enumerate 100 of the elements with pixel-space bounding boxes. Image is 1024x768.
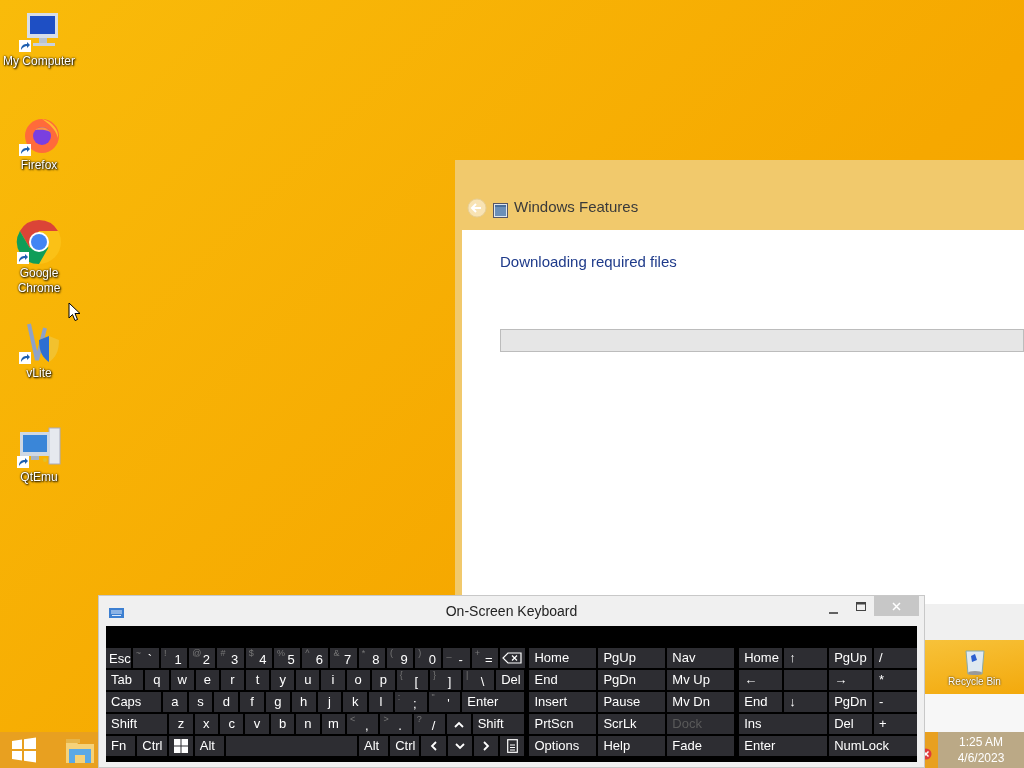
key[interactable]: o: [346, 670, 370, 690]
key[interactable]: End: [529, 670, 597, 690]
key[interactable]: { [: [396, 670, 428, 690]
key[interactable]: m: [321, 714, 345, 734]
key[interactable]: Mv Up: [667, 670, 735, 690]
key[interactable]: /: [874, 648, 917, 668]
key[interactable]: r: [220, 670, 244, 690]
key[interactable]: z: [169, 714, 193, 734]
key[interactable]: k: [343, 692, 368, 712]
key[interactable]: ~ `: [132, 648, 159, 668]
key[interactable]: [473, 736, 499, 756]
key[interactable]: ScrLk: [598, 714, 666, 734]
key[interactable]: e: [195, 670, 219, 690]
key[interactable]: Pause: [598, 692, 666, 712]
key[interactable]: [500, 736, 525, 756]
key[interactable]: Caps: [106, 692, 161, 712]
key[interactable]: Esc: [106, 648, 131, 668]
key[interactable]: v: [245, 714, 269, 734]
key[interactable]: Shift: [472, 714, 525, 734]
key[interactable]: [447, 736, 472, 756]
key[interactable]: & 7: [330, 648, 357, 668]
key[interactable]: Shift: [106, 714, 168, 734]
v-shield-shortcut-icon[interactable]: [17, 322, 61, 366]
key[interactable]: s: [188, 692, 213, 712]
key[interactable]: _ -: [443, 648, 470, 668]
key[interactable]: Fn: [106, 736, 136, 756]
key[interactable]: [421, 736, 446, 756]
key[interactable]: " ': [428, 692, 461, 712]
key[interactable]: l: [369, 692, 393, 712]
computer-shortcut-icon[interactable]: [17, 10, 61, 54]
computer-tower-shortcut-icon[interactable]: [15, 426, 63, 470]
key[interactable]: Insert: [529, 692, 597, 712]
key[interactable]: q: [145, 670, 169, 690]
key[interactable]: *: [874, 670, 917, 690]
key[interactable]: +: [874, 714, 917, 734]
key[interactable]: : ;: [394, 692, 427, 712]
key[interactable]: | \: [463, 670, 495, 690]
key[interactable]: ↑: [784, 648, 828, 668]
key[interactable]: c: [220, 714, 244, 734]
start-button[interactable]: [10, 736, 38, 764]
key[interactable]: n: [296, 714, 320, 734]
key[interactable]: x: [194, 714, 218, 734]
key[interactable]: Ins: [739, 714, 828, 734]
key[interactable]: Del: [829, 714, 873, 734]
key[interactable]: ( 9: [386, 648, 414, 668]
key[interactable]: End: [739, 692, 783, 712]
key[interactable]: % 5: [273, 648, 301, 668]
key[interactable]: -: [874, 692, 917, 712]
key[interactable]: Ctrl: [137, 736, 167, 756]
key[interactable]: p: [371, 670, 395, 690]
key[interactable]: u: [296, 670, 320, 690]
key[interactable]: t: [245, 670, 270, 690]
chrome-shortcut-icon[interactable]: [15, 218, 63, 266]
key[interactable]: PgUp: [829, 648, 873, 668]
key[interactable]: Del: [496, 670, 525, 690]
key[interactable]: Enter: [739, 736, 828, 756]
key[interactable]: a: [162, 692, 187, 712]
key[interactable]: h: [291, 692, 316, 712]
maximize-button[interactable]: [856, 602, 866, 612]
key[interactable]: [499, 648, 525, 668]
key[interactable]: NumLock: [829, 736, 917, 756]
key[interactable]: y: [271, 670, 295, 690]
key[interactable]: @2: [189, 648, 216, 668]
key[interactable]: PgDn: [829, 692, 873, 712]
key[interactable]: } ]: [429, 670, 462, 690]
key[interactable]: Help: [598, 736, 666, 756]
key[interactable]: > .: [380, 714, 412, 734]
key[interactable]: →: [829, 670, 873, 690]
key[interactable]: Enter: [462, 692, 525, 712]
key[interactable]: Fade: [667, 736, 735, 756]
key[interactable]: b: [270, 714, 295, 734]
key[interactable]: Ctrl: [390, 736, 420, 756]
key[interactable]: + =: [471, 648, 498, 668]
key[interactable]: i: [321, 670, 345, 690]
key[interactable]: j: [317, 692, 342, 712]
key[interactable]: Home: [529, 648, 597, 668]
key[interactable]: # 3: [217, 648, 244, 668]
key[interactable]: ) 0: [415, 648, 442, 668]
key[interactable]: Nav: [667, 648, 735, 668]
key[interactable]: Mv Dn: [667, 692, 735, 712]
key[interactable]: PrtScn: [529, 714, 597, 734]
key[interactable]: d: [214, 692, 239, 712]
key[interactable]: g: [266, 692, 290, 712]
key[interactable]: * 8: [358, 648, 385, 668]
key[interactable]: ^ 6: [302, 648, 329, 668]
key[interactable]: ! 1: [160, 648, 188, 668]
key[interactable]: Alt: [358, 736, 389, 756]
key[interactable]: Tab: [106, 670, 144, 690]
key[interactable]: w: [170, 670, 194, 690]
key[interactable]: PgUp: [598, 648, 666, 668]
key[interactable]: Options: [529, 736, 597, 756]
key[interactable]: < ,: [347, 714, 379, 734]
key[interactable]: f: [240, 692, 264, 712]
key[interactable]: ←: [739, 670, 783, 690]
key[interactable]: ↓: [784, 692, 828, 712]
key[interactable]: PgDn: [598, 670, 666, 690]
key[interactable]: [168, 736, 193, 756]
key[interactable]: Home: [739, 648, 783, 668]
key[interactable]: [447, 714, 471, 734]
key[interactable]: ? /: [413, 714, 446, 734]
